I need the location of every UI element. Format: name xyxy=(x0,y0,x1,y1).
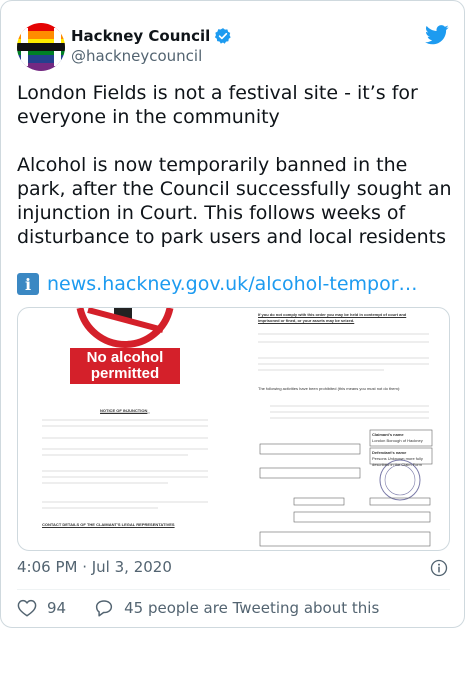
tweet-timestamp[interactable]: 4:06 PM · Jul 3, 2020 xyxy=(17,558,172,576)
link-row[interactable]: i news.hackney.gov.uk/alcohol-tempor… xyxy=(17,273,418,295)
display-name[interactable]: Hackney Council xyxy=(71,27,210,45)
information-icon: i xyxy=(17,273,39,295)
media-image[interactable]: No alcohol permitted NOTICE OF INJUNCTIO… xyxy=(17,307,450,551)
notice-document-right: If you do not comply with this order you… xyxy=(234,308,449,550)
twitter-bird-icon[interactable] xyxy=(425,25,449,45)
heart-icon xyxy=(17,599,37,617)
no-alcohol-sign: No alcohol permitted xyxy=(70,348,180,384)
tweet-card: Hackney Council @hackneycouncil London F… xyxy=(0,0,465,628)
tweet-actions: 94 45 people are Tweeting about this xyxy=(17,599,379,617)
divider xyxy=(17,589,450,590)
defendant-value: Persons Unknown more fully described in … xyxy=(372,456,423,467)
verified-badge-icon xyxy=(215,28,231,44)
author-name-row[interactable]: Hackney Council xyxy=(71,27,232,45)
like-button[interactable]: 94 xyxy=(17,599,66,617)
conversation-button[interactable]: 45 people are Tweeting about this xyxy=(94,599,379,617)
hackney-logo-icon xyxy=(17,23,65,71)
no-drinking-sign-icon xyxy=(42,308,208,509)
conversation-text: 45 people are Tweeting about this xyxy=(124,599,380,617)
tweet-text: London Fields is not a festival site - i… xyxy=(17,82,452,248)
avatar[interactable] xyxy=(17,23,65,71)
claimant-value: London Borough of Hackney xyxy=(372,438,423,443)
document-form-lines xyxy=(258,333,433,547)
notice-heading: NOTICE OF INJUNCTION xyxy=(100,408,148,413)
claimant-label: Claimant's name xyxy=(372,432,404,437)
info-icon[interactable] xyxy=(430,559,448,577)
handle[interactable]: @hackneycouncil xyxy=(71,47,202,65)
defendant-label: Defendant's name xyxy=(372,450,407,455)
article-link[interactable]: news.hackney.gov.uk/alcohol-tempor… xyxy=(47,273,418,295)
speech-bubble-icon xyxy=(95,600,113,617)
notice-document-left: No alcohol permitted NOTICE OF INJUNCTIO… xyxy=(18,308,230,550)
contact-heading: CONTACT DETAILS OF THE CLAIMANT'S LEGAL … xyxy=(42,522,175,527)
like-count: 94 xyxy=(47,599,67,617)
